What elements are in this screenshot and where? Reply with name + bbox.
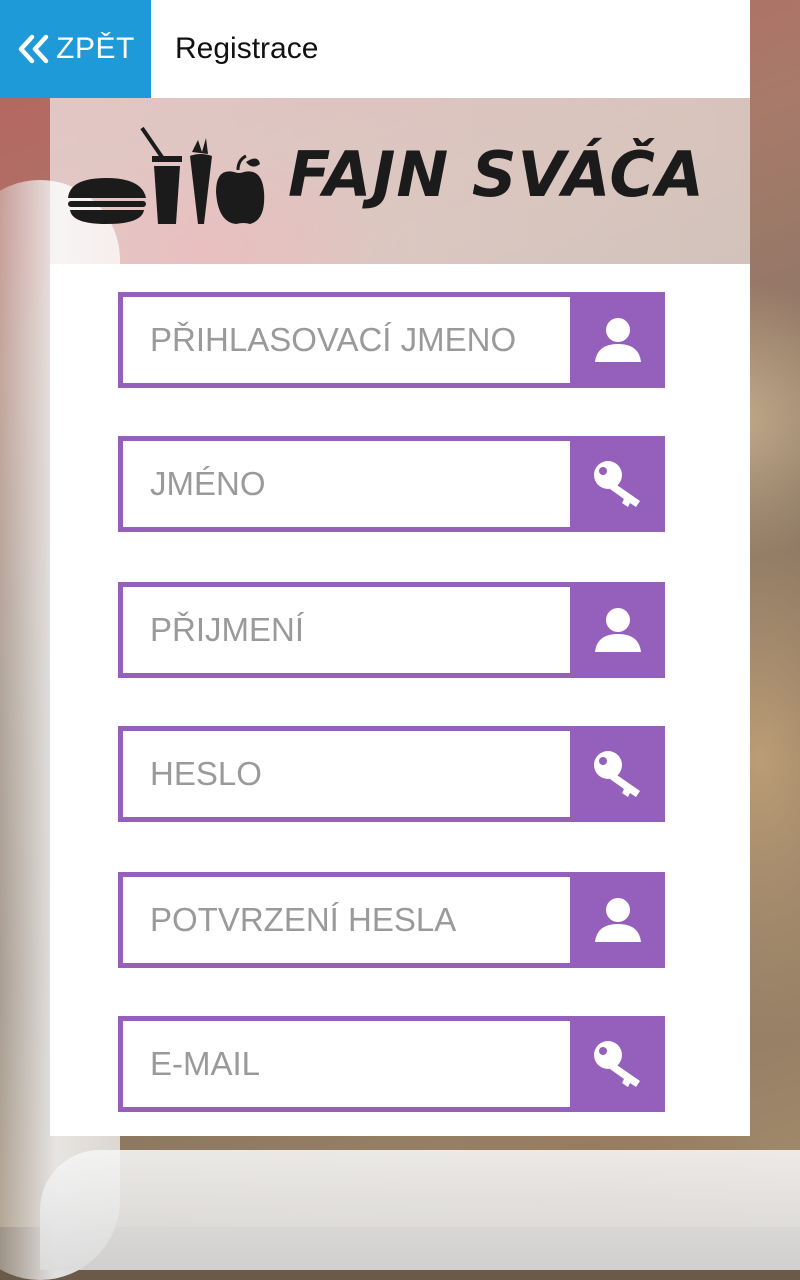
field-password bbox=[118, 726, 665, 822]
page-title: Registrace bbox=[175, 32, 319, 65]
key-icon bbox=[570, 436, 665, 532]
brand-logo-text: FAJN SVÁČA bbox=[288, 138, 705, 211]
back-button[interactable]: ZPĚT bbox=[0, 0, 151, 98]
field-first-name bbox=[118, 436, 665, 532]
registration-form bbox=[50, 264, 750, 1136]
field-username bbox=[118, 292, 665, 388]
username-input[interactable] bbox=[123, 297, 570, 383]
last-name-input[interactable] bbox=[123, 587, 570, 673]
confirm-password-input[interactable] bbox=[123, 877, 570, 963]
logo-banner: FAJN SVÁČA bbox=[50, 98, 750, 264]
background-plate-rim bbox=[40, 1150, 800, 1270]
user-icon bbox=[570, 872, 665, 968]
field-confirm-password bbox=[118, 872, 665, 968]
food-icons-logo bbox=[66, 126, 266, 231]
field-last-name bbox=[118, 582, 665, 678]
password-input[interactable] bbox=[123, 731, 570, 817]
key-icon bbox=[570, 726, 665, 822]
email-input[interactable] bbox=[123, 1021, 570, 1107]
top-bar: ZPĚT Registrace bbox=[0, 0, 750, 98]
key-icon bbox=[570, 1016, 665, 1112]
user-icon bbox=[570, 582, 665, 678]
back-label: ZPĚT bbox=[56, 32, 135, 65]
user-icon bbox=[570, 292, 665, 388]
double-chevron-left-icon bbox=[16, 34, 50, 64]
first-name-input[interactable] bbox=[123, 441, 570, 527]
field-email bbox=[118, 1016, 665, 1112]
